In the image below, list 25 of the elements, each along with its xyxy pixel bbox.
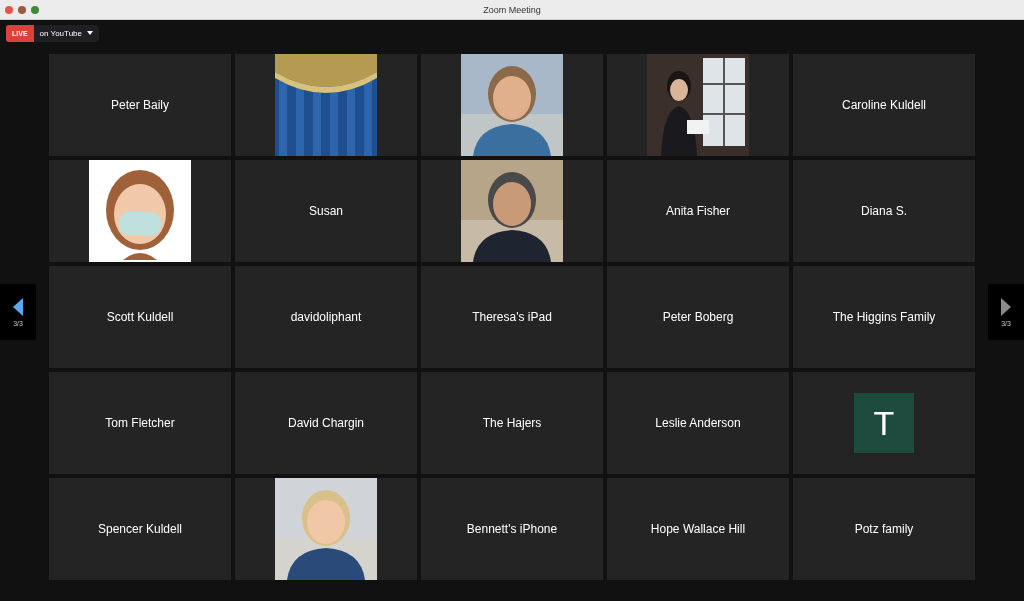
minimize-button[interactable] [18,5,26,14]
participant-name: The Higgins Family [832,310,936,324]
participant-name: Scott Kuldell [106,310,174,324]
caret-icon [87,31,93,35]
participant-name: Bennett's iPhone [466,522,558,536]
participant-name: Hope Wallace Hill [650,522,746,536]
letter-avatar: T [854,393,914,453]
close-button[interactable] [5,5,13,14]
participant-name: Theresa's iPad [472,310,552,324]
participant-name: David Chargin [287,416,364,430]
participant-name: Caroline Kuldell [841,98,926,112]
stream-target-dropdown[interactable]: on YouTube [33,28,99,38]
window-title: Zoom Meeting [483,4,541,15]
participant-name: The Hajers [482,416,542,430]
participant-name: davidoliphant [290,310,362,324]
participant-name: Anita Fisher [666,204,730,218]
participant-name: Tom Fletcher [105,416,175,430]
participant-name: Spencer Kuldell [97,522,183,536]
participant-name: Peter Baily [111,98,169,112]
participant-name: Susan [309,204,343,218]
participant-name: Leslie Anderson [655,416,741,430]
participant-name: Diana S. [861,204,907,218]
participant-name: Potz family [854,522,914,536]
participant-name: Peter Boberg [662,310,734,324]
zoom-button[interactable] [31,5,39,14]
